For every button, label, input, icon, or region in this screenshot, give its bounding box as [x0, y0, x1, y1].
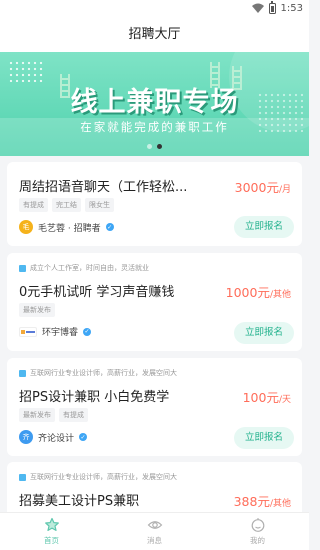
verified-icon: ✓ — [105, 223, 114, 231]
job-tags: 最新发布 有提成 — [19, 408, 88, 422]
banner-subtitle: 在家就能完成的兼职工作 — [80, 120, 229, 134]
banner-dot-active[interactable] — [157, 144, 162, 149]
job-card[interactable]: 成立个人工作室，时间自由，灵活就业 0元手机试听 学习声音赚钱 1000元/其他… — [7, 253, 302, 351]
battery-icon — [268, 1, 276, 14]
verified-icon: ✓ — [83, 327, 92, 336]
hint-icon — [19, 369, 26, 377]
job-hint: 成立个人工作室，时间自由，灵活就业 — [19, 263, 149, 273]
company-info: 环宇博睿 ✓ — [19, 325, 92, 338]
bottom-nav: 首页 消息 我的 — [0, 512, 309, 550]
job-card[interactable]: 周结招语音聊天（工作轻松... 3000元/月 有提成 完工结 限女生 毛 毛艺… — [7, 162, 302, 246]
promo-banner[interactable]: 线上兼职专场 在家就能完成的兼职工作 — [0, 52, 309, 156]
apply-button[interactable]: 立即报名 — [234, 322, 294, 344]
verified-icon: ✓ — [79, 433, 88, 441]
job-tag: 有提成 — [59, 408, 88, 422]
banner-pagination — [0, 144, 309, 149]
apply-button[interactable]: 立即报名 — [234, 427, 294, 449]
company-logo — [19, 326, 37, 337]
job-title: 招募美工设计PS兼职 — [19, 494, 140, 509]
hint-icon — [19, 473, 26, 481]
nav-label-home: 首页 — [44, 536, 59, 545]
star-home-icon — [44, 517, 59, 531]
company-name: 齐论设计 — [38, 433, 75, 444]
nav-item-messages[interactable]: 消息 — [103, 513, 206, 550]
status-icons: 1:53 — [251, 1, 303, 14]
job-price: 388元/其他 — [233, 494, 291, 509]
job-tag: 有提成 — [19, 198, 48, 212]
nav-item-profile[interactable]: 我的 — [206, 513, 309, 550]
company-name: 毛艺蓉 · 招聘者 — [38, 223, 101, 234]
job-hint: 互联网行业专业设计师，高薪行业，发展空间大 — [19, 472, 177, 482]
nav-label-profile: 我的 — [250, 536, 265, 545]
company-info: 毛 毛艺蓉 · 招聘者 ✓ — [19, 220, 114, 234]
header: 招聘大厅 — [0, 20, 309, 52]
company-name: 环宇博睿 — [42, 328, 79, 338]
banner-dots-decoration — [8, 60, 44, 82]
wifi-icon — [251, 3, 264, 13]
job-tags: 有提成 完工结 限女生 — [19, 198, 114, 212]
job-card[interactable]: 互联网行业专业设计师，高薪行业，发展空间大 招PS设计兼职 小白免费学 100元… — [7, 358, 302, 456]
apply-button[interactable]: 立即报名 — [234, 216, 294, 238]
company-logo: 齐 — [19, 430, 33, 444]
job-title: 周结招语音聊天（工作轻松... — [19, 180, 188, 195]
hint-icon — [19, 264, 26, 272]
company-logo-mark-icon — [21, 329, 35, 334]
job-price: 1000元/其他 — [225, 285, 291, 300]
job-price: 100元/天 — [242, 390, 291, 405]
face-profile-icon — [251, 518, 264, 532]
job-title: 0元手机试听 学习声音赚钱 — [19, 285, 175, 300]
status-bar: 1:53 — [0, 0, 309, 20]
job-tag: 最新发布 — [19, 408, 55, 422]
nav-label-messages: 消息 — [147, 536, 162, 545]
job-tag: 完工结 — [52, 198, 81, 212]
job-price: 3000元/月 — [234, 180, 291, 195]
eye-message-icon — [147, 521, 162, 529]
status-time: 1:53 — [280, 3, 303, 14]
nav-item-home[interactable]: 首页 — [0, 513, 103, 550]
job-tags: 最新发布 — [19, 303, 55, 317]
page-title: 招聘大厅 — [128, 27, 181, 42]
company-info: 齐 齐论设计 ✓ — [19, 430, 88, 444]
job-title: 招PS设计兼职 小白免费学 — [19, 390, 170, 405]
banner-dot[interactable] — [147, 144, 152, 149]
banner-title: 线上兼职专场 — [70, 87, 239, 118]
job-tag: 最新发布 — [19, 303, 55, 317]
job-hint: 互联网行业专业设计师，高薪行业，发展空间大 — [19, 368, 177, 378]
job-tag: 限女生 — [85, 198, 114, 212]
company-logo: 毛 — [19, 220, 33, 234]
